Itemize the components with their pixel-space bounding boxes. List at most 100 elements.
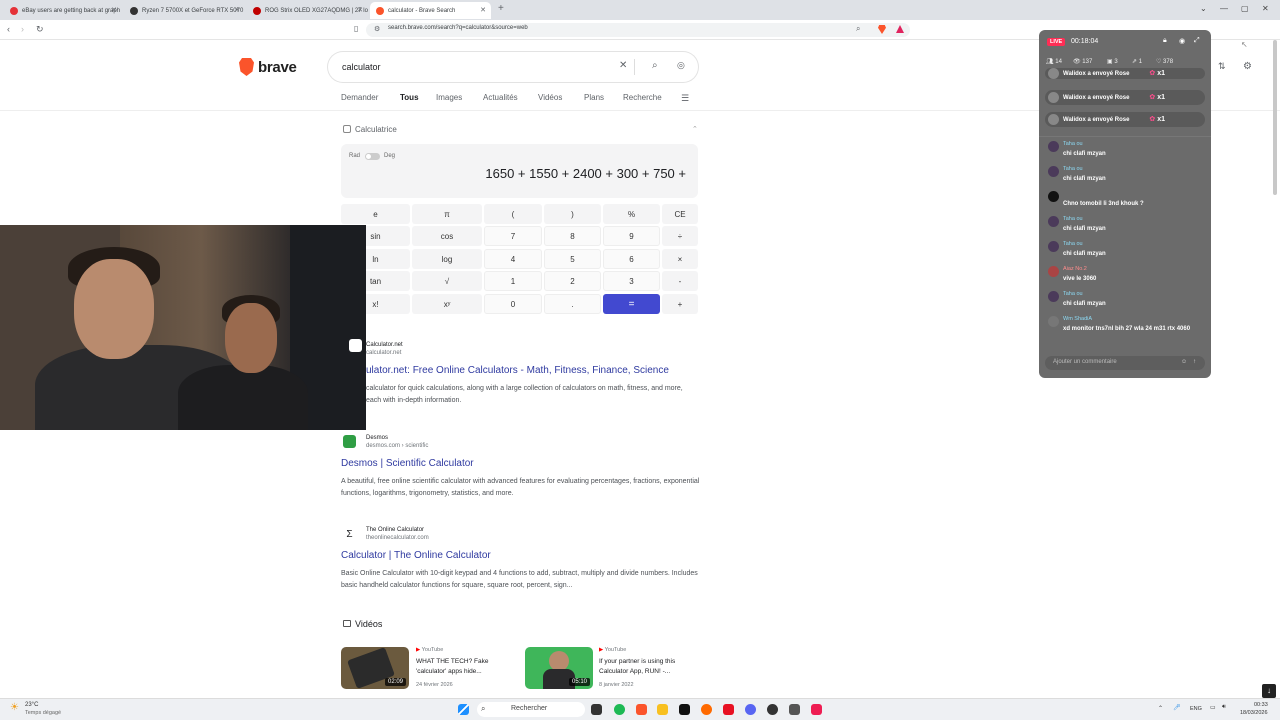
chevron-down-icon[interactable]: ⌄ bbox=[1200, 4, 1207, 13]
open-paren-key[interactable]: ( bbox=[484, 204, 542, 224]
digit-0-key[interactable]: 0 bbox=[484, 294, 542, 314]
clear-icon[interactable]: ✕ bbox=[619, 60, 627, 71]
chat-comment-input[interactable]: Ajouter un commentaire ☺ ↑ bbox=[1045, 356, 1205, 370]
download-icon[interactable]: ↓ bbox=[1262, 684, 1276, 698]
tray-chevron-icon[interactable]: ⌃ bbox=[1158, 705, 1163, 712]
video-thumbnail[interactable]: 02:09 bbox=[341, 647, 409, 689]
e-key[interactable]: e bbox=[341, 204, 410, 224]
search-icon[interactable]: ⌕ bbox=[652, 60, 658, 71]
app-icon[interactable] bbox=[701, 704, 712, 715]
video-thumbnail[interactable]: 05:10 bbox=[525, 647, 593, 689]
tab-ryzen[interactable]: Ryzen 7 5700X et GeForce RTX 5070 ✕ bbox=[124, 2, 245, 19]
scrollbar[interactable] bbox=[1272, 40, 1278, 195]
weather-icon[interactable]: ☀ bbox=[10, 702, 19, 713]
equals-key[interactable]: = bbox=[603, 294, 660, 314]
digit-7-key[interactable]: 7 bbox=[484, 226, 542, 246]
search-box[interactable]: calculator ✕ ⌕ ◎ bbox=[328, 52, 698, 82]
decimal-key[interactable]: . bbox=[544, 294, 601, 314]
plus-key[interactable]: + bbox=[662, 294, 698, 314]
preferences-icon[interactable]: ⇅ bbox=[1218, 61, 1226, 72]
task-view-icon[interactable] bbox=[591, 704, 602, 715]
app-icon[interactable] bbox=[767, 704, 778, 715]
lock-icon[interactable]: 🔒︎ bbox=[1163, 37, 1167, 45]
close-icon[interactable]: ✕ bbox=[357, 6, 363, 14]
brave-shields-icon[interactable] bbox=[878, 25, 886, 34]
cos-key[interactable]: cos bbox=[412, 226, 482, 246]
close-icon[interactable]: ✕ bbox=[234, 6, 240, 14]
collapse-icon[interactable]: ⌃ bbox=[692, 125, 698, 133]
tune-icon[interactable]: ⚙ bbox=[374, 25, 380, 33]
close-window-icon[interactable]: ✕ bbox=[1262, 4, 1269, 13]
app-icon[interactable] bbox=[723, 704, 734, 715]
new-tab-button[interactable]: + bbox=[498, 3, 504, 14]
digit-9-key[interactable]: 9 bbox=[603, 226, 660, 246]
address-bar[interactable]: ⚙ search.brave.com/search?q=calculator&s… bbox=[366, 23, 910, 37]
ai-answer-icon[interactable]: ◎ bbox=[677, 60, 685, 71]
clear-entry-key[interactable]: CE bbox=[662, 204, 698, 224]
tab-demander[interactable]: Demander bbox=[341, 93, 378, 102]
close-icon[interactable]: ✕ bbox=[111, 6, 117, 14]
percent-key[interactable]: % bbox=[603, 204, 660, 224]
brave-logo[interactable]: brave bbox=[239, 58, 297, 76]
language-indicator[interactable]: ENG bbox=[1190, 706, 1202, 712]
tab-rog[interactable]: ROG Strix OLED XG27AQDMG | 27 lo ✕ bbox=[247, 2, 368, 19]
tab-recherche[interactable]: Recherche bbox=[623, 93, 663, 102]
digit-1-key[interactable]: 1 bbox=[484, 271, 542, 291]
tab-actualites[interactable]: Actualités bbox=[483, 93, 518, 102]
menu-icon[interactable]: ☰ bbox=[681, 93, 689, 104]
volume-icon[interactable]: 🔊︎ bbox=[1222, 704, 1226, 711]
pi-key[interactable]: π bbox=[412, 204, 482, 224]
minimize-icon[interactable]: — bbox=[1220, 4, 1228, 13]
minus-key[interactable]: - bbox=[662, 271, 698, 291]
forward-icon[interactable]: › bbox=[21, 24, 24, 34]
taskbar-search[interactable]: ⌕ Rechercher bbox=[477, 702, 585, 717]
digit-5-key[interactable]: 5 bbox=[544, 249, 601, 269]
microphone-icon[interactable]: 🎤︎ bbox=[1173, 704, 1181, 711]
log-key[interactable]: log bbox=[412, 249, 482, 269]
result-title-calculatornet[interactable]: ulator.net: Free Online Calculators - Ma… bbox=[366, 365, 669, 376]
bookmark-icon[interactable]: ▯ bbox=[354, 24, 358, 33]
tab-plans[interactable]: Plans bbox=[584, 93, 604, 102]
spotify-icon[interactable] bbox=[614, 704, 625, 715]
back-icon[interactable]: ‹ bbox=[7, 24, 10, 34]
windows-start-icon[interactable] bbox=[458, 704, 469, 715]
close-icon[interactable]: ✕ bbox=[480, 6, 486, 14]
brave-icon[interactable] bbox=[636, 704, 647, 715]
pin-icon[interactable]: ◉ bbox=[1179, 37, 1185, 45]
app-icon[interactable] bbox=[789, 704, 800, 715]
discord-icon[interactable] bbox=[745, 704, 756, 715]
tab-tous[interactable]: Tous bbox=[400, 93, 419, 102]
github-icon[interactable] bbox=[679, 704, 690, 715]
digit-8-key[interactable]: 8 bbox=[544, 226, 601, 246]
maximize-icon[interactable]: ▢ bbox=[1241, 4, 1249, 13]
video-title[interactable]: If your partner is using this Calculator… bbox=[599, 657, 691, 677]
digit-4-key[interactable]: 4 bbox=[484, 249, 542, 269]
digit-3-key[interactable]: 3 bbox=[603, 271, 660, 291]
power-key[interactable]: xʸ bbox=[412, 294, 482, 314]
digit-2-key[interactable]: 2 bbox=[544, 271, 601, 291]
search-input[interactable]: calculator bbox=[342, 62, 381, 72]
multiply-key[interactable]: × bbox=[662, 249, 698, 269]
tab-images[interactable]: Images bbox=[436, 93, 462, 102]
tab-brave-search[interactable]: calculator - Brave Search ✕ bbox=[370, 2, 491, 19]
rad-deg-toggle[interactable] bbox=[365, 153, 380, 160]
emoji-icon[interactable]: ☺ bbox=[1181, 359, 1187, 365]
tab-videos[interactable]: Vidéos bbox=[538, 93, 562, 102]
expand-icon[interactable]: ⤢ bbox=[1194, 37, 1200, 45]
sqrt-key[interactable]: √ bbox=[412, 271, 482, 291]
network-icon[interactable]: ▭ bbox=[1210, 704, 1216, 711]
zoom-icon[interactable]: ⌕ bbox=[856, 24, 860, 34]
divide-key[interactable]: ÷ bbox=[662, 226, 698, 246]
video-title[interactable]: WHAT THE TECH? Fake 'calculator' apps hi… bbox=[416, 657, 508, 677]
tab-ebay[interactable]: eBay users are getting back at graph ✕ bbox=[4, 2, 122, 19]
folder-icon[interactable] bbox=[657, 704, 668, 715]
result-title-desmos[interactable]: Desmos | Scientific Calculator bbox=[341, 458, 474, 469]
result-title-onlinecalc[interactable]: Calculator | The Online Calculator bbox=[341, 550, 491, 561]
send-icon[interactable]: ↑ bbox=[1193, 359, 1196, 365]
scrollbar-thumb[interactable] bbox=[1273, 40, 1277, 195]
reload-icon[interactable]: ↻ bbox=[36, 24, 44, 35]
gear-icon[interactable]: ⚙ bbox=[1243, 61, 1252, 72]
tiktok-icon[interactable] bbox=[811, 704, 822, 715]
brave-rewards-icon[interactable] bbox=[896, 25, 904, 33]
close-paren-key[interactable]: ) bbox=[544, 204, 601, 224]
